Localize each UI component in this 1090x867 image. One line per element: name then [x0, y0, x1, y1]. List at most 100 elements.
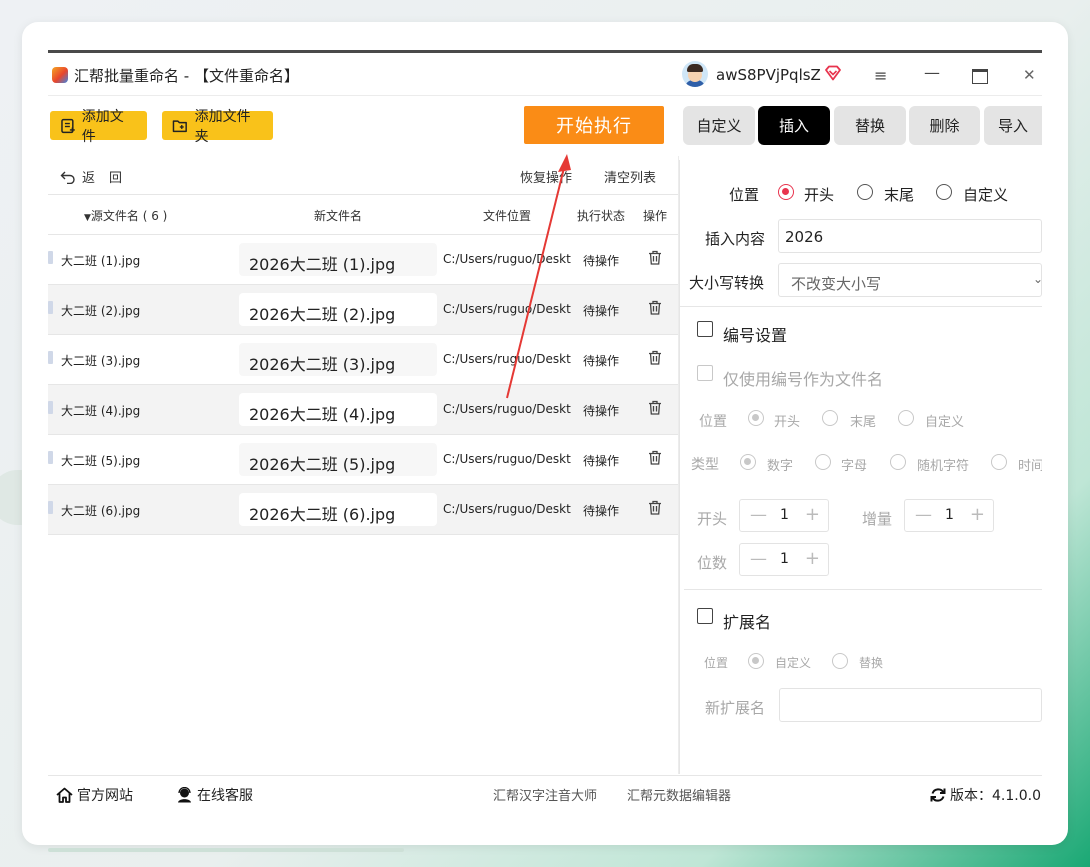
header-action: 操作 — [643, 209, 668, 223]
metadata-editor-link[interactable]: 汇帮元数据编辑器 — [627, 785, 731, 804]
app-logo-icon — [52, 67, 68, 83]
start-value: 1 — [780, 507, 789, 523]
numbering-type-label: 类型 — [691, 457, 719, 473]
extension-replace-radio[interactable] — [832, 653, 848, 669]
position-end-radio[interactable] — [857, 184, 873, 200]
position-custom-radio[interactable] — [936, 184, 952, 200]
trash-icon[interactable] — [648, 400, 662, 415]
numbering-position-start-radio[interactable] — [748, 410, 764, 426]
trash-icon[interactable] — [648, 350, 662, 365]
file-location: C:/Users/ruguo/Desktop — [443, 302, 571, 316]
menu-icon[interactable]: ≡ — [874, 66, 887, 85]
add-folder-icon — [172, 119, 187, 132]
list-actions-row: 返回 恢复操作 清空列表 — [48, 156, 678, 195]
numbering-position-label: 位置 — [699, 414, 727, 430]
table-row[interactable]: 大二班 (6).jpg 2026大二班 (6).jpg C:/Users/rug… — [48, 485, 678, 535]
add-file-button[interactable]: 添加文件 — [50, 109, 147, 145]
table-row[interactable]: 大二班 (2).jpg 2026大二班 (2).jpg C:/Users/rug… — [48, 285, 678, 335]
plus-icon[interactable]: + — [805, 548, 820, 569]
file-icon — [48, 351, 53, 364]
clear-list-button[interactable]: 清空列表 — [604, 167, 656, 186]
home-icon — [56, 787, 73, 803]
step-stepper[interactable]: — 1 + — [904, 499, 994, 532]
tab-insert[interactable]: 插入 — [758, 106, 830, 145]
table-row[interactable]: 大二班 (1).jpg 2026大二班 (1).jpg C:/Users/rug… — [48, 235, 678, 285]
table-header: ▼源文件名 ( 6 ) 新文件名 文件位置 执行状态 操作 — [48, 195, 678, 235]
restore-button[interactable]: 恢复操作 — [520, 167, 572, 186]
minus-icon[interactable]: — — [750, 505, 767, 525]
chevron-down-icon: ⌄ — [1032, 272, 1043, 286]
file-icon — [48, 451, 53, 464]
type-number-radio[interactable] — [740, 454, 756, 470]
tab-import[interactable]: 导入 — [984, 106, 1042, 145]
extension-label: 扩展名 — [723, 613, 772, 632]
back-button[interactable]: 返回 — [60, 167, 136, 186]
support-link[interactable]: 在线客服 — [176, 785, 253, 805]
trash-icon[interactable] — [648, 500, 662, 515]
start-stepper[interactable]: — 1 + — [739, 499, 829, 532]
step-label: 增量 — [862, 510, 893, 528]
trash-icon[interactable] — [648, 250, 662, 265]
insert-content-input[interactable]: 2026 — [778, 219, 1042, 253]
start-button[interactable]: 开始执行 — [524, 106, 664, 144]
only-number-label: 仅使用编号作为文件名 — [723, 370, 884, 389]
username[interactable]: awS8PVjPqlsZ — [716, 66, 821, 84]
website-link[interactable]: 官方网站 — [56, 785, 133, 805]
tab-replace[interactable]: 替换 — [834, 106, 906, 145]
file-location: C:/Users/ruguo/Desktop — [443, 252, 571, 266]
tab-custom[interactable]: 自定义 — [683, 106, 755, 145]
status-text: 待操作 — [583, 454, 620, 468]
source-name: 大二班 (1).jpg — [61, 254, 141, 268]
minus-icon[interactable]: — — [915, 505, 932, 525]
type-time-radio[interactable] — [991, 454, 1007, 470]
tab-delete[interactable]: 删除 — [909, 106, 980, 145]
minimize-icon[interactable]: — — [924, 63, 940, 82]
status-text: 待操作 — [583, 404, 620, 418]
source-name: 大二班 (6).jpg — [61, 504, 141, 518]
type-time-label: 时间 — [1018, 459, 1042, 474]
table-row[interactable]: 大二班 (4).jpg 2026大二班 (4).jpg C:/Users/rug… — [48, 385, 678, 435]
extension-custom-radio[interactable] — [748, 653, 764, 669]
website-label: 官方网站 — [77, 788, 133, 804]
plus-icon[interactable]: + — [805, 504, 820, 525]
digits-value: 1 — [780, 551, 789, 567]
add-file-label: 添加文件 — [81, 108, 124, 145]
add-folder-button[interactable]: 添加文件夹 — [162, 109, 273, 145]
plus-icon[interactable]: + — [970, 504, 985, 525]
maximize-icon[interactable] — [972, 69, 988, 84]
status-text: 待操作 — [583, 354, 620, 368]
trash-icon[interactable] — [648, 450, 662, 465]
header-source[interactable]: ▼源文件名 ( 6 ) — [84, 207, 167, 224]
source-name: 大二班 (5).jpg — [61, 454, 141, 468]
digits-stepper[interactable]: — 1 + — [739, 543, 829, 576]
trash-icon[interactable] — [648, 300, 662, 315]
pinyin-master-link[interactable]: 汇帮汉字注音大师 — [493, 785, 597, 804]
numbering-checkbox[interactable] — [697, 321, 713, 337]
new-extension-label: 新扩展名 — [705, 699, 766, 717]
new-extension-input[interactable] — [779, 688, 1042, 722]
vip-diamond-icon[interactable] — [824, 65, 842, 81]
extension-checkbox[interactable] — [697, 608, 713, 624]
position-start-radio[interactable] — [778, 184, 794, 200]
header-status: 执行状态 — [577, 209, 626, 223]
extension-replace-label: 替换 — [859, 656, 884, 670]
numbering-position-custom-radio[interactable] — [898, 410, 914, 426]
start-label: 开头 — [697, 510, 728, 528]
close-icon[interactable]: ✕ — [1023, 66, 1036, 84]
table-row[interactable]: 大二班 (5).jpg 2026大二班 (5).jpg C:/Users/rug… — [48, 435, 678, 485]
file-icon — [48, 301, 53, 314]
refresh-icon — [930, 788, 946, 802]
type-letter-radio[interactable] — [815, 454, 831, 470]
new-name: 2026大二班 (4).jpg — [239, 393, 437, 426]
minus-icon[interactable]: — — [750, 549, 767, 569]
table-row[interactable]: 大二班 (3).jpg 2026大二班 (3).jpg C:/Users/rug… — [48, 335, 678, 385]
avatar[interactable] — [682, 61, 708, 87]
numbering-position-end-radio[interactable] — [822, 410, 838, 426]
type-random-radio[interactable] — [890, 454, 906, 470]
source-name: 大二班 (2).jpg — [61, 304, 141, 318]
case-select[interactable]: 不改变大小写 ⌄ — [778, 263, 1043, 297]
new-name: 2026大二班 (1).jpg — [239, 243, 437, 276]
add-folder-label: 添加文件夹 — [194, 108, 251, 145]
only-number-checkbox[interactable] — [697, 365, 713, 381]
version-info[interactable]: 版本：4.1.0.0 — [930, 785, 1041, 805]
